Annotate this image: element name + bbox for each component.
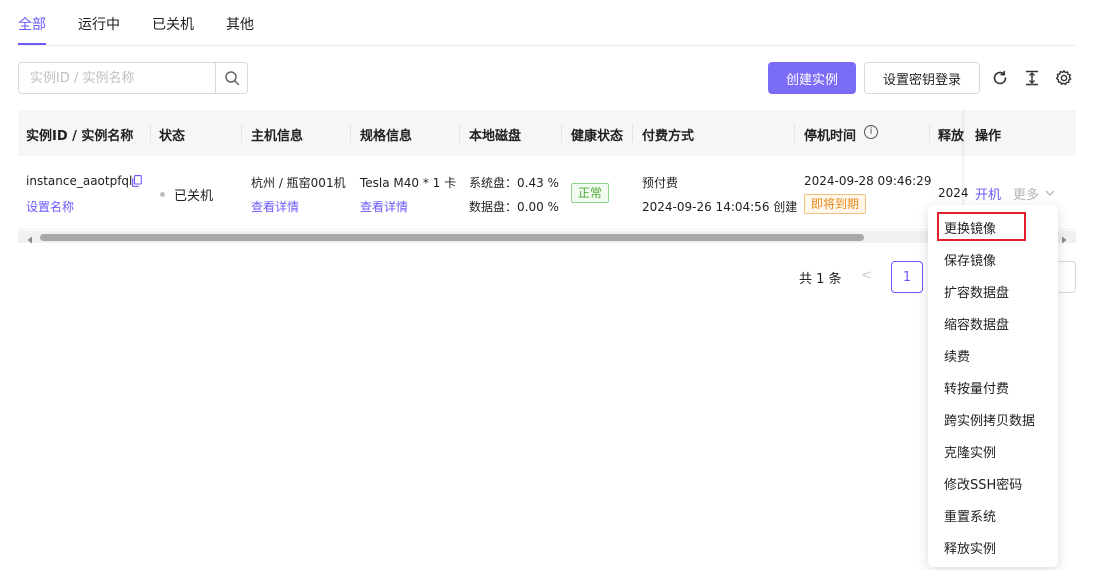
search-button[interactable]	[215, 63, 247, 93]
table-row: instance_aaotpfql 设置名称 已关机 杭州 / 瓶窑001机 查…	[18, 156, 1076, 230]
host-info: 杭州 / 瓶窑001机	[251, 176, 346, 190]
header-disk: 本地磁盘	[469, 129, 522, 144]
header-stop-time: 停机时间	[804, 129, 857, 144]
status-dot	[160, 192, 165, 197]
health-badge: 正常	[571, 183, 610, 203]
scroll-right-arrow[interactable]	[1060, 233, 1068, 248]
power-on-link[interactable]: 开机	[975, 184, 1001, 203]
header-release: 释放	[938, 129, 965, 144]
create-instance-button[interactable]: 创建实例	[768, 62, 856, 94]
header-billing: 付费方式	[642, 129, 695, 144]
menu-item-clone-instance[interactable]: 克隆实例	[944, 442, 996, 461]
menu-item-release-instance[interactable]: 释放实例	[944, 538, 996, 557]
expiring-badge: 即将到期	[804, 194, 867, 214]
billing-type: 预付费	[642, 176, 679, 190]
header-divider	[241, 124, 242, 142]
menu-item-expand-data-disk[interactable]: 扩容数据盘	[944, 282, 1009, 301]
spec-info: Tesla M40 * 1 卡	[360, 176, 457, 190]
set-name-link[interactable]: 设置名称	[26, 198, 74, 215]
header-instance-id: 实例ID / 实例名称	[26, 129, 134, 144]
host-detail-link[interactable]: 查看详情	[251, 198, 299, 215]
highlight-box	[937, 212, 1026, 241]
status-tabs: 全部 运行中 已关机 其他	[18, 0, 1076, 46]
horizontal-scrollbar[interactable]	[18, 231, 1076, 244]
column-height-icon[interactable]	[1022, 68, 1042, 88]
menu-item-reset-system[interactable]: 重置系统	[944, 506, 996, 525]
table-header: 实例ID / 实例名称 状态 主机信息 规格信息 本地磁盘 健康状态 付费方式 …	[18, 110, 1076, 156]
search-box	[18, 62, 248, 94]
active-tab-indicator	[18, 43, 46, 45]
tab-all[interactable]: 全部	[18, 14, 46, 34]
header-spec: 规格信息	[360, 129, 413, 144]
pagination-total: 共 1 条	[799, 272, 842, 287]
created-time: 2024-09-26 14:04:56 创建	[642, 200, 798, 214]
chevron-down-icon	[1044, 187, 1056, 203]
header-host: 主机信息	[251, 129, 304, 144]
instance-name: instance_aaotpfql	[26, 174, 133, 188]
copy-icon[interactable]	[132, 175, 142, 187]
menu-item-change-ssh-password[interactable]: 修改SSH密码	[944, 474, 1022, 493]
tab-stopped[interactable]: 已关机	[152, 14, 194, 34]
info-icon[interactable]: i	[864, 125, 878, 139]
more-actions-button[interactable]: 更多	[1013, 184, 1039, 203]
header-divider	[561, 124, 562, 142]
menu-item-pay-as-you-go[interactable]: 转按量付费	[944, 378, 1009, 397]
scroll-left-arrow[interactable]	[26, 233, 34, 248]
header-health: 健康状态	[571, 129, 624, 144]
header-divider	[929, 124, 930, 142]
refresh-icon[interactable]	[990, 68, 1010, 88]
tab-other[interactable]: 其他	[226, 14, 254, 34]
set-key-login-button[interactable]: 设置密钥登录	[864, 62, 980, 94]
search-input[interactable]	[19, 63, 217, 93]
tab-running[interactable]: 运行中	[78, 14, 120, 34]
header-divider	[632, 124, 633, 142]
header-divider	[794, 124, 795, 142]
menu-item-shrink-data-disk[interactable]: 缩容数据盘	[944, 314, 1009, 333]
header-divider	[150, 124, 151, 142]
more-actions-menu: 更换镜像 保存镜像 扩容数据盘 缩容数据盘 续费 转按量付费 跨实例拷贝数据 克…	[928, 205, 1058, 567]
system-disk-usage: 系统盘：0.43 %	[469, 176, 559, 190]
stop-time: 2024-09-28 09:46:29	[804, 174, 932, 188]
settings-icon[interactable]	[1054, 68, 1074, 88]
menu-item-cross-instance-copy[interactable]: 跨实例拷贝数据	[944, 410, 1035, 429]
header-action: 操作	[975, 129, 1002, 144]
scrollbar-thumb[interactable]	[40, 234, 864, 241]
pagination-page-1[interactable]: 1	[891, 261, 923, 293]
menu-item-save-image[interactable]: 保存镜像	[944, 250, 996, 269]
status-text: 已关机	[174, 189, 214, 204]
header-divider	[350, 124, 351, 142]
pagination-prev-button[interactable]: <	[861, 268, 872, 283]
spec-detail-link[interactable]: 查看详情	[360, 198, 408, 215]
header-status: 状态	[159, 129, 186, 144]
search-icon	[224, 71, 239, 86]
menu-item-renew[interactable]: 续费	[944, 346, 970, 365]
header-divider	[459, 124, 460, 142]
data-disk-usage: 数据盘：0.00 %	[469, 200, 559, 214]
